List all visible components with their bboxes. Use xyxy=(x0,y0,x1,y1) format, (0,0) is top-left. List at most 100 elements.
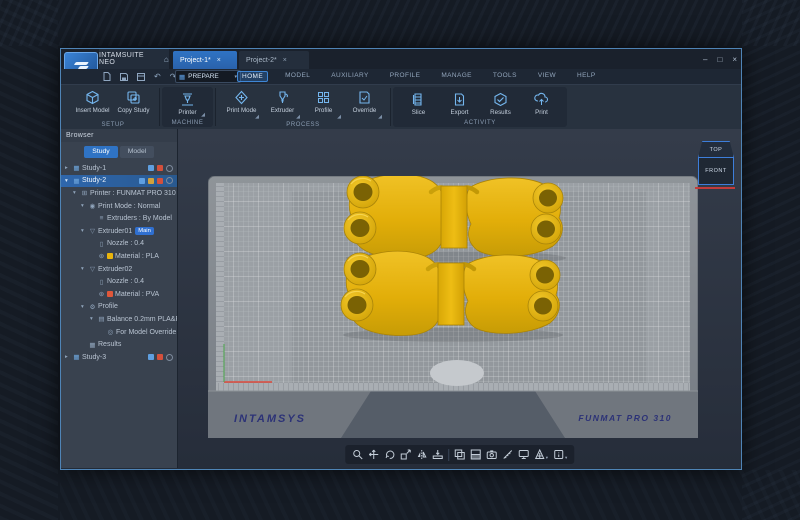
tree-item-material-pva[interactable]: ⊛ Material : PVA xyxy=(61,288,177,301)
expander-icon[interactable]: ▾ xyxy=(81,203,88,209)
print-mode-button[interactable]: Print Mode ◢ xyxy=(222,88,261,119)
measure-tool[interactable] xyxy=(502,449,513,460)
corner-arrow-icon: ◢ xyxy=(201,112,205,118)
scale-tool[interactable] xyxy=(400,449,411,460)
open-icon[interactable] xyxy=(137,73,145,81)
tree-item-printer[interactable]: ▾ ⊞ Printer : FUNMAT PRO 310 xyxy=(61,187,177,200)
section-view-tool[interactable] xyxy=(470,449,481,460)
zoom-tool[interactable] xyxy=(352,449,363,460)
delete-icon[interactable] xyxy=(157,178,163,184)
save-icon[interactable] xyxy=(120,73,128,81)
tree-item-extruder02[interactable]: ▾ ▽ Extruder02 xyxy=(61,263,177,276)
copy-study-button[interactable]: Copy Study xyxy=(114,88,153,119)
delete-icon[interactable] xyxy=(157,165,163,171)
tree-item-profile[interactable]: ▾ ⚙ Profile xyxy=(61,301,177,314)
radio-icon[interactable] xyxy=(166,165,173,172)
viewport-3d[interactable]: INTAMSYS FUNMAT PRO 310 TOP FRONT xyxy=(178,129,741,468)
study-icon: ▦ xyxy=(72,177,81,185)
print-button[interactable]: Print xyxy=(522,90,561,117)
results-button[interactable]: Results xyxy=(481,90,520,117)
extruder-button[interactable]: Extruder ◢ xyxy=(263,88,302,119)
export-button[interactable]: Export xyxy=(440,90,479,117)
export-icon[interactable] xyxy=(148,178,154,184)
delete-icon[interactable] xyxy=(157,354,163,360)
undo-icon[interactable]: ↶ xyxy=(154,72,161,81)
rotate-tool[interactable] xyxy=(384,449,395,460)
menu-home[interactable]: HOME xyxy=(237,71,268,82)
plate-brand-intamsys: INTAMSYS xyxy=(234,413,306,425)
edit-icon[interactable] xyxy=(148,354,154,360)
tree-item-model-override[interactable]: ◎ For Model Override xyxy=(61,326,177,339)
menu-bar: HOME MODEL AUXILIARY PROFILE MANAGE TOOL… xyxy=(237,71,600,82)
tree-item-balance-profile[interactable]: ▾ ▤ Balance 0.2mm PLA&PVA xyxy=(61,313,177,326)
menu-profile[interactable]: PROFILE xyxy=(386,71,425,82)
view-cube-front-face[interactable]: FRONT xyxy=(698,157,734,185)
tree-item-results[interactable]: ▦ Results xyxy=(61,338,177,351)
tree-item-study-1[interactable]: ▸ ▦ Study-1 xyxy=(61,162,177,175)
group-setup: Insert Model Copy Study SETUP xyxy=(67,85,159,129)
insert-model-button[interactable]: Insert Model xyxy=(73,88,112,119)
model-manifold-pair-2[interactable] xyxy=(341,251,563,342)
menu-auxiliary[interactable]: AUXILIARY xyxy=(327,71,372,82)
clone-tool[interactable] xyxy=(454,449,465,460)
workspace-select[interactable]: ▦ PREPARE ▾ xyxy=(175,70,241,83)
maximize-button[interactable]: □ xyxy=(717,55,722,64)
expander-icon[interactable]: ▾ xyxy=(65,178,72,184)
tab-close-icon[interactable]: × xyxy=(217,57,221,64)
model-manifold-pair-1[interactable] xyxy=(344,176,566,265)
menu-view[interactable]: VIEW xyxy=(534,71,560,82)
new-file-icon[interactable] xyxy=(103,72,111,81)
tree-item-study-2[interactable]: ▾ ▦ Study-2 xyxy=(61,175,177,188)
group-activity: Slice Export Results Print ACTIVITY xyxy=(393,87,567,127)
view-cube-top-face[interactable]: TOP xyxy=(698,141,734,158)
tree-item-study-3[interactable]: ▸ ▦ Study-3 xyxy=(61,351,177,364)
expander-icon[interactable]: ▸ xyxy=(65,354,72,360)
print-info-tool[interactable]: ▾ xyxy=(553,449,567,460)
slice-button[interactable]: Slice xyxy=(399,90,438,117)
move-tool[interactable] xyxy=(368,449,379,460)
button-label: Copy Study xyxy=(118,107,150,114)
radio-icon[interactable] xyxy=(166,177,173,184)
button-label: Printer xyxy=(178,109,196,116)
close-button[interactable]: × xyxy=(732,55,737,64)
expander-icon[interactable]: ▾ xyxy=(73,190,80,196)
screenshot-tool[interactable] xyxy=(486,449,497,460)
tree-item-material-pla[interactable]: ⊛ Material : PLA xyxy=(61,250,177,263)
tab-study[interactable]: Study xyxy=(84,146,118,158)
monitor-view-tool[interactable] xyxy=(518,449,529,460)
profile-button[interactable]: Profile ◢ xyxy=(304,88,343,119)
menu-tools[interactable]: TOOLS xyxy=(489,71,521,82)
minimize-button[interactable]: – xyxy=(703,55,707,64)
expander-icon[interactable]: ▾ xyxy=(81,266,88,272)
tree-item-nozzle-2[interactable]: ▯ Nozzle : 0.4 xyxy=(61,275,177,288)
menu-help[interactable]: HELP xyxy=(573,71,600,82)
edit-icon[interactable] xyxy=(148,165,154,171)
expander-icon[interactable]: ▾ xyxy=(81,228,88,234)
study-icon: ▦ xyxy=(72,353,81,361)
home-icon[interactable]: ⌂ xyxy=(164,55,169,64)
menu-model[interactable]: MODEL xyxy=(281,71,314,82)
tab-project-1[interactable]: Project-1* × xyxy=(173,51,237,69)
lay-flat-tool[interactable] xyxy=(432,449,443,460)
override-button[interactable]: Override ◢ xyxy=(345,88,384,119)
tab-project-2[interactable]: Project-2* × xyxy=(239,51,309,69)
corner-arrow-icon: ◢ xyxy=(378,114,382,120)
mirror-tool[interactable] xyxy=(416,449,427,460)
tree-item-print-mode[interactable]: ▾ ◉ Print Mode : Normal xyxy=(61,200,177,213)
support-tool[interactable]: ▾ xyxy=(534,449,548,460)
printer-button[interactable]: Printer ◢ xyxy=(168,90,207,117)
expander-icon[interactable]: ▾ xyxy=(90,316,97,322)
expander-icon[interactable]: ▾ xyxy=(81,304,88,310)
tab-model[interactable]: Model xyxy=(120,146,154,158)
view-cube[interactable]: TOP FRONT xyxy=(695,141,735,197)
tree-label: Nozzle : 0.4 xyxy=(107,278,144,285)
tree-item-extruder01[interactable]: ▾ ▽ Extruder01 Main xyxy=(61,225,177,238)
tree-item-extruders-mode[interactable]: ≡ Extruders : By Model xyxy=(61,212,177,225)
menu-manage[interactable]: MANAGE xyxy=(437,71,476,82)
expander-icon[interactable]: ▸ xyxy=(65,165,72,171)
radio-icon[interactable] xyxy=(166,354,173,361)
tab-close-icon[interactable]: × xyxy=(283,57,287,64)
tree-item-nozzle-1[interactable]: ▯ Nozzle : 0.4 xyxy=(61,238,177,251)
edit-icon[interactable] xyxy=(139,178,145,184)
cube-plus-icon xyxy=(85,90,100,105)
